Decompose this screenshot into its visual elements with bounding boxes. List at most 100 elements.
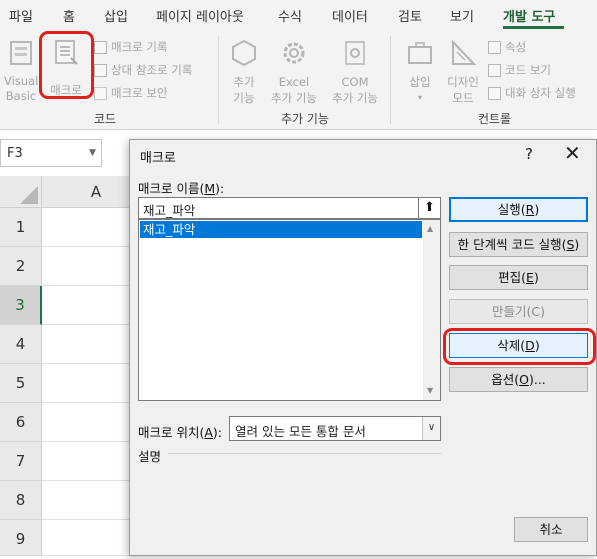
gear-icon — [283, 42, 305, 64]
view-code-button[interactable]: 코드 보기 — [488, 62, 551, 78]
upload-icon[interactable]: ⬆ — [418, 197, 441, 219]
visual-basic-button[interactable]: Visual Basic — [4, 38, 40, 104]
addins-label-2: 기능 — [233, 91, 255, 105]
view-code-icon — [488, 63, 501, 77]
row-header[interactable]: 5 — [0, 364, 42, 403]
edit-button-accelerator: E — [526, 270, 534, 285]
chevron-down-icon[interactable]: ▼ — [89, 148, 96, 158]
insert-control-button[interactable]: 삽입 ▾ — [402, 38, 438, 106]
row-header[interactable]: 2 — [0, 247, 42, 286]
properties-button[interactable]: 속성 — [488, 39, 526, 55]
name-box[interactable]: F3 ▼ — [0, 139, 102, 167]
description-label: 설명 — [138, 449, 162, 464]
row-header[interactable]: 6 — [0, 403, 42, 442]
create-button-label: 만들기( — [491, 304, 532, 319]
tab-insert[interactable]: 삽입 — [104, 6, 128, 25]
macro-name-input[interactable]: 재고_파악 — [138, 197, 422, 219]
addins-group-label: 추가 기능 — [281, 112, 329, 126]
run-dialog-button[interactable]: 대화 상자 실행 — [488, 85, 576, 101]
com-addins-label-1: COM — [341, 75, 369, 89]
row-header[interactable]: 7 — [0, 442, 42, 481]
list-item[interactable]: 재고_파악 — [140, 221, 422, 238]
excel-addins-label-2: 추가 기능 — [271, 91, 317, 105]
tab-page-layout[interactable]: 페이지 레이아웃 — [156, 6, 244, 25]
list-scrollbar[interactable]: ▲ ▼ — [423, 220, 440, 400]
tab-review[interactable]: 검토 — [398, 6, 422, 25]
step-into-button-label: 한 단계씩 코드 실행( — [457, 237, 567, 252]
create-button[interactable]: 만들기(C) — [449, 299, 588, 324]
addins-icon — [232, 39, 256, 67]
run-dialog-label: 대화 상자 실행 — [505, 86, 576, 100]
macro-button-highlight — [39, 31, 94, 99]
macro-name-label: 매크로 이름(M): — [138, 178, 224, 197]
macro-list[interactable]: 재고_파악 ▲ ▼ — [138, 219, 441, 401]
design-mode-label-1: 디자인 — [447, 75, 479, 89]
insert-control-label: 삽입 — [409, 75, 431, 89]
com-addins-button[interactable]: COM 추가 기능 — [326, 38, 384, 106]
create-button-label-end: ) — [540, 304, 545, 319]
relative-reference-button[interactable]: 상대 참조로 기록 — [94, 62, 192, 78]
visual-basic-label: Visual Basic — [4, 74, 39, 103]
options-button[interactable]: 옵션(O)... — [449, 367, 588, 392]
tab-data[interactable]: 데이터 — [332, 6, 368, 25]
tab-file[interactable]: 파일 — [9, 6, 33, 25]
excel-addins-button[interactable]: Excel 추가 기능 — [264, 38, 324, 106]
macro-location-select[interactable]: 열려 있는 모든 통합 문서 ∨ — [229, 416, 441, 441]
design-mode-label-2: 모드 — [452, 91, 474, 105]
toolbox-icon — [408, 42, 432, 64]
options-button-label-end: )... — [528, 372, 546, 387]
cancel-button[interactable]: 취소 — [514, 517, 588, 542]
tab-formulas[interactable]: 수식 — [278, 6, 302, 25]
design-mode-button[interactable]: 디자인 모드 — [444, 38, 482, 106]
macro-dialog: 매크로 ? ✕ 매크로 이름(M): 재고_파악 ⬆ 재고_파악 ▲ ▼ 매크로… — [129, 139, 597, 556]
row-header-selected[interactable]: 3 — [0, 286, 42, 325]
relative-reference-label: 상대 참조로 기록 — [111, 63, 193, 77]
relative-reference-icon — [94, 63, 107, 77]
row-header[interactable]: 1 — [0, 208, 42, 247]
help-icon[interactable]: ? — [525, 145, 533, 163]
scroll-down-icon[interactable]: ▼ — [427, 386, 433, 395]
step-into-button[interactable]: 한 단계씩 코드 실행(S) — [449, 232, 588, 257]
row-header[interactable]: 8 — [0, 481, 42, 520]
view-code-label: 코드 보기 — [505, 63, 551, 77]
macro-security-button[interactable]: 매크로 보안 — [94, 85, 168, 101]
properties-label: 속성 — [505, 40, 527, 54]
options-button-accelerator: O — [519, 372, 529, 387]
ribbon: Visual Basic 매크로 매크로 기록 상대 참조로 기록 매크로 보안… — [0, 30, 597, 130]
run-button-label: 실행( — [497, 202, 526, 217]
select-all-button[interactable] — [0, 176, 42, 208]
design-mode-icon — [452, 39, 477, 65]
dialog-title: 매크로 — [140, 151, 176, 166]
macro-location-accelerator: A — [204, 425, 213, 440]
edit-button-label-end: ) — [533, 270, 539, 285]
tab-developer[interactable]: 개발 도구 — [503, 6, 555, 25]
addins-button[interactable]: 추가 기능 — [226, 38, 262, 106]
tab-home[interactable]: 홈 — [63, 6, 75, 25]
macro-location-label: 매크로 위치(A): — [138, 422, 222, 441]
scroll-up-icon[interactable]: ▲ — [427, 224, 433, 233]
record-macro-label: 매크로 기록 — [111, 40, 168, 54]
com-addins-icon — [345, 41, 365, 65]
macro-location-label-text: 매크로 위치( — [138, 425, 205, 440]
record-macro-icon — [94, 40, 107, 54]
group-separator — [218, 36, 219, 124]
options-button-label: 옵션( — [491, 372, 520, 387]
step-into-button-label-end: ) — [574, 237, 580, 252]
row-header[interactable]: 9 — [0, 520, 42, 556]
edit-button-label: 편집( — [498, 270, 527, 285]
name-box-value: F3 — [7, 146, 23, 161]
chevron-down-icon[interactable]: ∨ — [422, 417, 440, 440]
row-header[interactable]: 4 — [0, 325, 42, 364]
close-icon[interactable]: ✕ — [564, 141, 581, 165]
description-divider — [168, 453, 441, 454]
tab-view[interactable]: 보기 — [450, 6, 474, 25]
create-button-accelerator: C — [531, 304, 541, 319]
macro-name-label-end: ): — [215, 181, 225, 196]
edit-button[interactable]: 편집(E) — [449, 265, 588, 290]
macro-location-label-end: ): — [212, 425, 223, 440]
macro-location-value: 열려 있는 모든 통합 문서 — [235, 424, 366, 439]
properties-icon — [488, 40, 501, 54]
record-macro-button[interactable]: 매크로 기록 — [94, 39, 168, 55]
select-all-triangle-icon — [20, 186, 38, 204]
run-button[interactable]: 실행(R) — [449, 197, 588, 222]
